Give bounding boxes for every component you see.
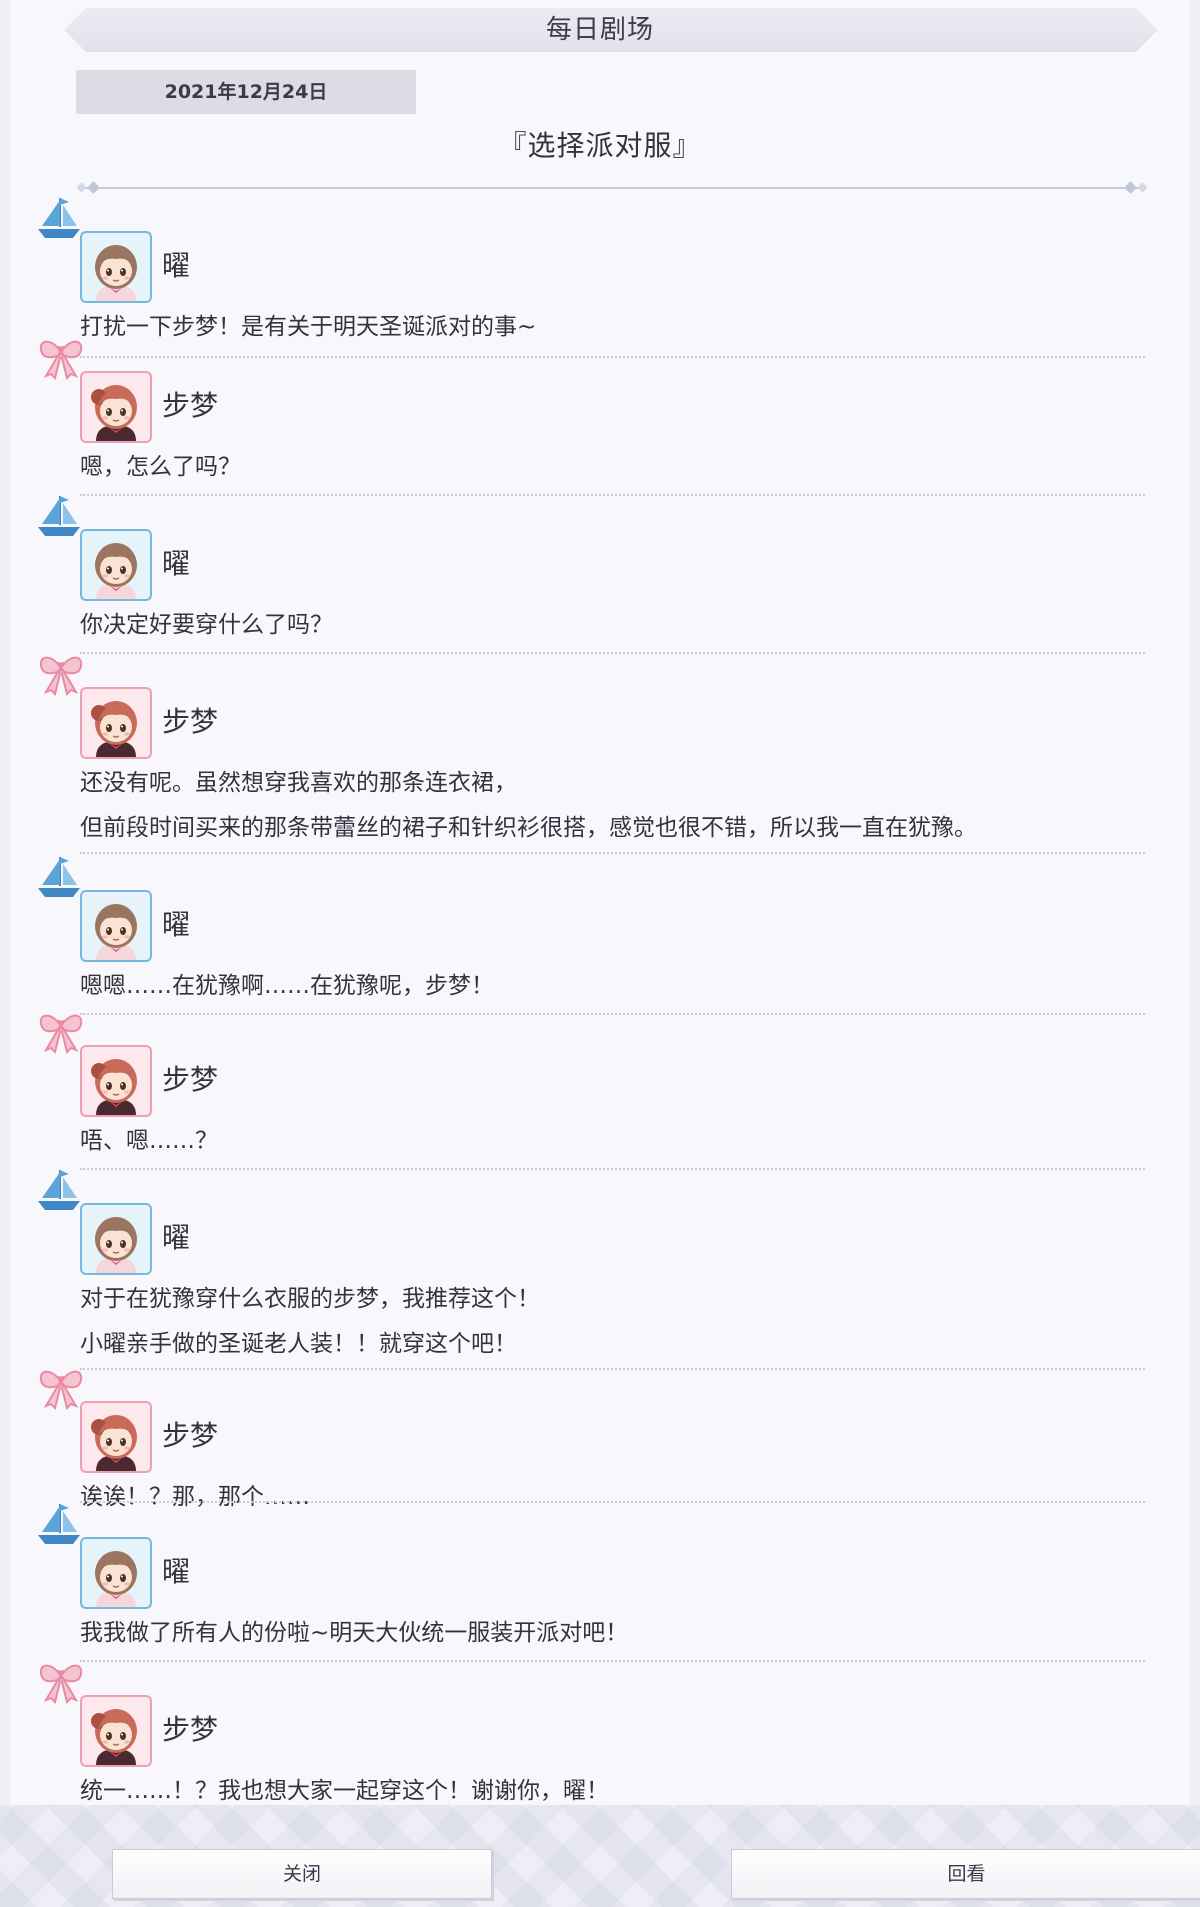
speaker-avatar (80, 231, 152, 303)
speaker-avatar (80, 890, 152, 962)
message-separator (80, 356, 1145, 358)
speaker-name: 曜 (162, 908, 191, 941)
ribbon-bow-icon (36, 652, 86, 700)
dialogue-line: 打扰一下步梦！是有关于明天圣诞派对的事~ (80, 314, 537, 340)
dialogue-line: 还没有呢。虽然想穿我喜欢的那条连衣裙， (80, 770, 517, 796)
speaker-avatar (80, 1401, 152, 1473)
close-button[interactable]: 关闭 (112, 1849, 492, 1899)
sailboat-icon (36, 494, 82, 542)
message-separator (80, 1368, 1145, 1370)
sailboat-icon (36, 196, 82, 244)
ribbon-bow-icon (36, 1660, 86, 1708)
dialogue-line: 嗯，怎么了吗？ (80, 454, 241, 480)
message-separator (80, 1660, 1145, 1662)
dialogue-line: 小曜亲手做的圣诞老人装！！就穿这个吧！ (80, 1331, 517, 1357)
ribbon-bow-icon (36, 1010, 86, 1058)
speaker-name: 步梦 (162, 705, 219, 738)
sailboat-icon (36, 1502, 82, 1550)
speaker-avatar (80, 1695, 152, 1767)
speaker-name: 曜 (162, 547, 191, 580)
message-separator (80, 1168, 1145, 1170)
message-separator (80, 852, 1145, 854)
speaker-name: 步梦 (162, 1063, 219, 1096)
message-separator (80, 1013, 1145, 1015)
speaker-avatar (80, 1203, 152, 1275)
dialogue-line: 统一……！？我也想大家一起穿这个！谢谢你，曜！ (80, 1778, 609, 1804)
speaker-name: 曜 (162, 249, 191, 282)
header-title: 每日剧场 (545, 15, 654, 45)
ribbon-bow-icon (36, 1366, 86, 1414)
dialogue-line: 但前段时间买来的那条带蕾丝的裙子和针织衫很搭，感觉也很不错，所以我一直在犹豫。 (80, 815, 977, 841)
story-title: 『选择派对服』 (498, 129, 702, 162)
speaker-name: 步梦 (162, 1419, 219, 1452)
speaker-name: 曜 (162, 1555, 191, 1588)
dialogue-line: 嗯嗯……在犹豫啊……在犹豫呢，步梦！ (80, 973, 494, 999)
message-separator (80, 1501, 1145, 1503)
dialogue-line: 你决定好要穿什么了吗？ (80, 612, 333, 638)
dialogue-line: 对于在犹豫穿什么衣服的步梦，我推荐这个！ (80, 1286, 540, 1312)
sailboat-icon (36, 855, 82, 903)
ribbon-bow-icon (36, 336, 86, 384)
speaker-avatar (80, 371, 152, 443)
speaker-name: 曜 (162, 1221, 191, 1254)
speaker-avatar (80, 1045, 152, 1117)
speaker-avatar (80, 687, 152, 759)
message-separator (80, 652, 1145, 654)
sailboat-icon (36, 1168, 82, 1216)
dialogue-line: 唔、嗯……？ (80, 1128, 218, 1154)
speaker-name: 步梦 (162, 389, 219, 422)
dialogue-line: 我我做了所有人的份啦~明天大伙统一服装开派对吧！ (80, 1620, 629, 1646)
message-separator (80, 494, 1145, 496)
title-divider (80, 187, 1145, 189)
dialogue-line: 诶诶！？那，那个…… (80, 1484, 310, 1510)
review-button[interactable]: 回看 (731, 1849, 1200, 1899)
date-badge: 2021年12月24日 (76, 70, 416, 114)
speaker-name: 步梦 (162, 1713, 219, 1746)
speaker-avatar (80, 529, 152, 601)
speaker-avatar (80, 1537, 152, 1609)
